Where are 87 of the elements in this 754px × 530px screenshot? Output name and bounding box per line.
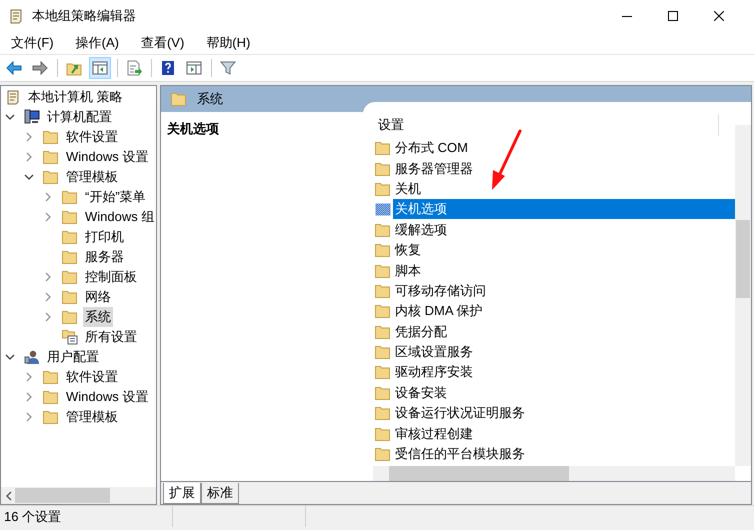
scroll-icon [8, 8, 24, 24]
list-item[interactable]: 关机 [393, 178, 735, 199]
list-item[interactable]: 服务器管理器 [393, 158, 735, 179]
folder-icon [43, 370, 59, 384]
setting-icon [375, 202, 391, 216]
tree-item[interactable]: 管理模板 [64, 167, 120, 187]
tree-pane-icon[interactable] [89, 57, 111, 79]
menu-item[interactable]: 查看(V) [134, 34, 192, 52]
folder-icon [43, 130, 59, 144]
folder-icon [62, 250, 78, 264]
folder-icon [43, 390, 59, 404]
tree-item[interactable]: 用户配置 [45, 347, 101, 367]
maximize-icon[interactable] [668, 11, 678, 21]
folder-icon [375, 162, 391, 176]
user-icon [24, 349, 40, 365]
list-item[interactable]: 缓解选项 [393, 220, 735, 240]
folder-icon [62, 270, 78, 284]
list-item[interactable]: 设备安装 [393, 382, 735, 403]
tab[interactable]: 标准 [201, 483, 239, 504]
tree-item[interactable]: 网络 [83, 287, 113, 307]
window-title: 本地组策略编辑器 [32, 7, 136, 25]
list-item[interactable]: 分布式 COM [393, 138, 735, 158]
scroll-icon [5, 89, 21, 105]
close-icon[interactable] [714, 11, 724, 21]
status-text: 16 个设置 [3, 508, 62, 526]
tree-item[interactable]: 服务器 [83, 247, 126, 267]
list-item[interactable]: 驱动程序安装 [393, 362, 735, 382]
folder-icon [62, 230, 78, 244]
tab[interactable]: 扩展 [163, 483, 201, 504]
folder-icon [375, 222, 391, 237]
folder-icon [62, 310, 78, 324]
tree-item[interactable]: Windows 组 [83, 207, 156, 227]
tree-item[interactable]: 控制面板 [83, 267, 139, 287]
tree-item[interactable]: 管理模板 [64, 407, 120, 427]
folder-icon [62, 210, 78, 224]
folder-icon [171, 92, 187, 106]
list-item[interactable]: 内核 DMA 保护 [393, 301, 735, 322]
horizontal-scrollbar[interactable] [373, 466, 735, 481]
folder-icon [375, 243, 391, 258]
list-item[interactable]: 凭据分配 [393, 322, 735, 342]
scroll-left-icon[interactable] [5, 490, 13, 500]
horizontal-scrollbar[interactable] [1, 487, 156, 504]
tree-item[interactable]: 系统 [83, 307, 113, 327]
list-item[interactable]: 脚本 [393, 260, 735, 281]
list-item[interactable]: 区域设置服务 [393, 342, 735, 362]
computer-icon [24, 109, 40, 125]
folder-icon [375, 426, 391, 441]
tree-item[interactable]: 打印机 [83, 227, 126, 247]
menu-item[interactable]: 帮助(H) [199, 34, 258, 52]
column-header[interactable]: 设置 [375, 114, 719, 136]
vertical-scrollbar[interactable] [735, 125, 751, 466]
folder-icon [375, 386, 391, 400]
folder-icon [375, 182, 391, 196]
tree-item[interactable]: 计算机配置 [45, 107, 114, 127]
tree-item[interactable]: “开始”菜单 [83, 187, 148, 207]
list-item[interactable]: 恢复 [393, 240, 735, 260]
folder-icon [375, 284, 391, 298]
tree-item[interactable]: 软件设置 [64, 127, 120, 147]
folder-icon [62, 190, 78, 204]
folder-icon [375, 406, 391, 420]
list-item[interactable]: 审核过程创建 [393, 424, 735, 444]
folder-icon [375, 324, 391, 339]
menu-item[interactable]: 操作(A) [68, 34, 126, 52]
folder-icon [43, 150, 59, 164]
folder-icon [375, 304, 391, 318]
folder-icon [375, 365, 391, 380]
arrow-drawing [490, 128, 524, 192]
folder-icon [43, 170, 59, 184]
tree-item[interactable]: 所有设置 [83, 327, 139, 347]
folder-icon [375, 345, 391, 360]
folder-icon [375, 141, 391, 156]
settings-list-icon [62, 329, 78, 345]
tree-item[interactable]: Windows 设置 [64, 387, 150, 407]
menu-item[interactable]: 文件(F) [4, 34, 61, 52]
folder-icon [62, 290, 78, 304]
tree-item[interactable]: Windows 设置 [64, 147, 150, 167]
tree-item[interactable]: 本地计算机 策略 [26, 87, 125, 107]
description-title: 关机选项 [167, 121, 219, 136]
list-item[interactable]: 设备运行状况证明服务 [393, 403, 735, 424]
header-title: 系统 [197, 90, 223, 108]
tree-item[interactable]: 软件设置 [64, 367, 120, 387]
folder-icon [375, 447, 391, 462]
folder-icon [375, 264, 391, 278]
list-item[interactable]: 受信任的平台模块服务 [393, 444, 735, 464]
folder-icon [43, 410, 59, 424]
list-item[interactable]: 关机选项 [393, 199, 735, 220]
list-item[interactable]: 可移动存储访问 [393, 280, 735, 301]
